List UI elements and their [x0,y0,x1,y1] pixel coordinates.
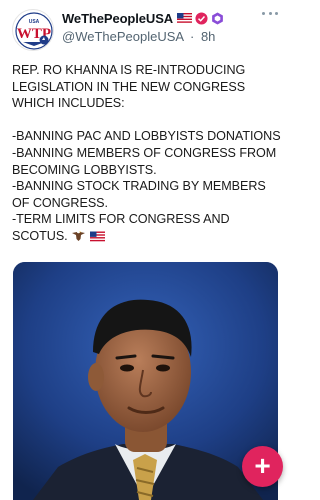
compose-button[interactable]: + [242,446,283,487]
portrait-photo [13,262,278,500]
tweet-item-1: -BANNING PAC AND LOBBYISTS DONATIONS -BA… [12,129,281,177]
avatar-small-text: USA [29,19,40,25]
compose-plus-icon: + [254,449,271,481]
profile-avatar[interactable]: USA WTP [12,9,54,51]
us-flag-emoji-icon [177,13,193,23]
tweet-card[interactable]: USA WTP WeThePeopleUSA @WeThePeopleUSA ·… [0,0,292,500]
purple-hex-badge-icon [212,11,223,25]
eagle-emoji-icon [72,229,86,241]
verified-red-badge-icon [195,11,208,25]
tweet-item-3: -TERM LIMITS FOR CONGRESS AND SCOTUS. [12,212,230,243]
meta-row: @WeThePeopleUSA · 8h [62,29,258,45]
us-flag-emoji-icon [89,231,105,242]
tweet-photo[interactable] [13,262,278,500]
tweet-intro: REP. RO KHANNA IS RE-INTRODUCING LEGISLA… [12,63,246,111]
name-row: WeThePeopleUSA [62,10,258,26]
tweet-text: REP. RO KHANNA IS RE-INTRODUCING LEGISLA… [12,62,284,245]
tweet-item-3-line: -TERM LIMITS FOR CONGRESS AND SCOTUS. [12,211,284,244]
handle[interactable]: @WeThePeopleUSA [62,29,183,44]
display-name[interactable]: WeThePeopleUSA [62,11,173,26]
tweet-header: WeThePeopleUSA @WeThePeopleUSA · 8h [62,10,258,45]
wtp-logo-icon: USA WTP [14,11,53,50]
tweet-item-2: -BANNING STOCK TRADING BY MEMBERS OF CON… [12,179,266,210]
more-options-icon[interactable] [262,12,278,20]
timestamp[interactable]: 8h [201,29,215,44]
meta-separator: · [189,29,195,44]
